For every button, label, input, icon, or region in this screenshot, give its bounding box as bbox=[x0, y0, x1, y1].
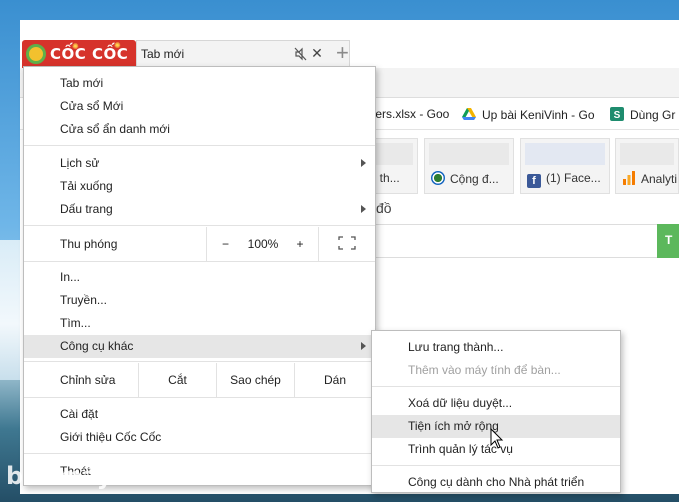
submenu-label: Tiện ích mở rộng bbox=[408, 419, 499, 433]
more-tools-submenu: Lưu trang thành... Thêm vào máy tính để … bbox=[371, 330, 621, 493]
tile-caption: (1) Face... bbox=[546, 171, 601, 185]
menu-separator bbox=[24, 397, 375, 398]
submenu-label: Lưu trang thành... bbox=[408, 340, 504, 354]
facebook-icon: f bbox=[527, 174, 541, 188]
submenu-label: Xoá dữ liệu duyệt... bbox=[408, 396, 513, 410]
menu-separator bbox=[24, 361, 375, 362]
new-tab-button[interactable]: + bbox=[336, 42, 349, 64]
menu-separator bbox=[24, 145, 375, 146]
submenu-arrow-icon bbox=[361, 205, 366, 213]
menu-item-cast[interactable]: Truyền... bbox=[24, 289, 375, 312]
tile-thumbnail bbox=[525, 143, 605, 165]
paste-button[interactable]: Dán bbox=[294, 363, 375, 397]
tile-thumbnail bbox=[620, 143, 674, 165]
menu-label: Cửa sổ ẩn danh mới bbox=[60, 122, 170, 136]
menu-separator bbox=[24, 261, 375, 262]
svg-text:S: S bbox=[614, 110, 621, 121]
bookmark-item[interactable]: Up bài KeniVinh - Go bbox=[462, 107, 595, 122]
analytics-icon bbox=[623, 171, 635, 185]
tile-caption: Analyti bbox=[641, 172, 678, 186]
bookmark-label: Up bài KeniVinh - Go bbox=[482, 108, 595, 122]
menu-label: In... bbox=[60, 270, 81, 284]
tab-title: Tab mới bbox=[141, 47, 185, 61]
cut-button[interactable]: Cắt bbox=[138, 363, 216, 397]
menu-label: Lịch sử bbox=[60, 156, 100, 170]
submenu-item-clear-data[interactable]: Xoá dữ liệu duyệt... bbox=[372, 392, 620, 415]
menu-item-print[interactable]: In... bbox=[24, 266, 375, 289]
menu-separator bbox=[24, 453, 375, 454]
menu-label: Truyền... bbox=[60, 293, 107, 307]
logo-mark bbox=[26, 44, 46, 64]
search-button[interactable]: T bbox=[657, 224, 679, 258]
submenu-label: Công cụ dành cho Nhà phát triển bbox=[408, 475, 585, 489]
s-app-icon: S bbox=[610, 107, 624, 121]
menu-label: Cài đặt bbox=[60, 407, 99, 421]
speed-dial-tile[interactable]: f (1) Face... bbox=[520, 138, 610, 194]
menu-item-incognito[interactable]: Cửa sổ ẩn danh mới bbox=[24, 118, 375, 141]
menu-item-history[interactable]: Lịch sử bbox=[24, 152, 375, 175]
submenu-item-add-to-desktop: Thêm vào máy tính để bàn... bbox=[372, 359, 620, 382]
menu-label: Tab mới bbox=[60, 76, 104, 90]
bookmark-label: Dùng Gr bbox=[630, 108, 676, 122]
tab-new[interactable]: Tab mới ✕ bbox=[136, 40, 350, 68]
zoom-in-button[interactable]: + bbox=[282, 227, 318, 261]
mouse-cursor-icon bbox=[490, 428, 504, 449]
menu-item-bookmarks[interactable]: Dấu trang bbox=[24, 198, 375, 221]
submenu-item-dev-tools[interactable]: Công cụ dành cho Nhà phát triển bbox=[372, 471, 620, 494]
zoom-out-button[interactable]: − bbox=[206, 227, 244, 261]
zoom-level: 100% bbox=[247, 237, 279, 251]
menu-item-more-tools[interactable]: Công cụ khác bbox=[24, 335, 375, 358]
edit-label: Chỉnh sửa bbox=[60, 373, 116, 387]
menu-item-settings[interactable]: Cài đặt bbox=[24, 403, 375, 426]
menu-item-about[interactable]: Giới thiệu Cốc Cốc bbox=[24, 426, 375, 449]
menu-item-new-tab[interactable]: Tab mới bbox=[24, 72, 375, 95]
search-input[interactable] bbox=[375, 224, 679, 258]
coccoc-logo[interactable]: CỐC CỐC ✺ ✺ bbox=[22, 40, 136, 68]
menu-label: Cửa sổ Mới bbox=[60, 99, 124, 113]
copy-button[interactable]: Sao chép bbox=[216, 363, 294, 397]
speed-dial-tile[interactable]: Analyti bbox=[615, 138, 679, 194]
submenu-separator bbox=[372, 465, 620, 466]
zoom-label: Thu phóng bbox=[60, 237, 118, 251]
menu-label: Tải xuống bbox=[60, 179, 113, 193]
speed-dial-tile[interactable]: Cộng đ... bbox=[424, 138, 514, 194]
submenu-label: Thêm vào máy tính để bàn... bbox=[408, 363, 561, 377]
page-subtext: đồ bbox=[376, 200, 392, 216]
menu-item-downloads[interactable]: Tải xuống bbox=[24, 175, 375, 198]
tile-thumbnail bbox=[429, 143, 509, 165]
firework-icon: ✺ bbox=[114, 41, 121, 50]
close-icon[interactable]: ✕ bbox=[309, 45, 325, 61]
submenu-arrow-icon bbox=[361, 342, 366, 350]
bookmark-item[interactable]: ters.xlsx - Goo bbox=[372, 107, 449, 121]
tile-caption: Cộng đ... bbox=[450, 172, 499, 186]
community-icon bbox=[431, 171, 445, 185]
fullscreen-button[interactable] bbox=[318, 227, 375, 261]
fullscreen-icon bbox=[338, 236, 356, 250]
menu-separator bbox=[24, 225, 375, 226]
mute-icon[interactable] bbox=[293, 46, 309, 62]
menu-label: Tìm... bbox=[60, 316, 91, 330]
menu-label: Dấu trang bbox=[60, 202, 113, 216]
edit-row: Chỉnh sửa Cắt Sao chép Dán bbox=[24, 363, 375, 397]
submenu-separator bbox=[372, 386, 620, 387]
watermark: biếtmáytính bbox=[6, 462, 164, 490]
menu-label: Công cụ khác bbox=[60, 339, 134, 353]
firework-icon: ✺ bbox=[72, 42, 79, 51]
submenu-arrow-icon bbox=[361, 159, 366, 167]
menu-item-new-window[interactable]: Cửa sổ Mới bbox=[24, 95, 375, 118]
bookmark-item[interactable]: S Dùng Gr bbox=[610, 107, 675, 122]
browser-menu: Tab mới Cửa sổ Mới Cửa sổ ẩn danh mới Lị… bbox=[23, 66, 376, 486]
menu-label: Giới thiệu Cốc Cốc bbox=[60, 430, 162, 444]
submenu-item-save-page[interactable]: Lưu trang thành... bbox=[372, 336, 620, 359]
bookmark-label: ters.xlsx - Goo bbox=[372, 107, 450, 121]
google-drive-icon bbox=[462, 108, 476, 120]
zoom-row: Thu phóng − 100% + bbox=[24, 227, 375, 261]
menu-item-find[interactable]: Tìm... bbox=[24, 312, 375, 335]
